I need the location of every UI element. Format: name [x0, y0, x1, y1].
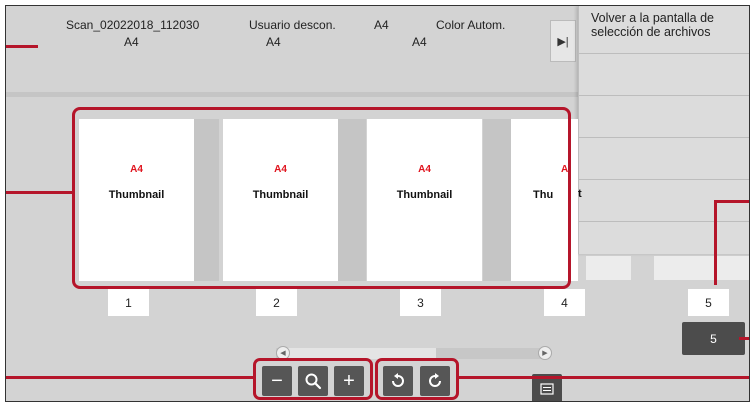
plus-icon: +: [343, 370, 355, 392]
original-size-label: A4: [412, 35, 427, 49]
collapse-icon: ▶|: [557, 35, 569, 48]
thumbnail-partial: [654, 256, 749, 280]
page-number: 5: [688, 289, 729, 316]
rotate-left-button[interactable]: [383, 366, 413, 396]
search-icon: [305, 373, 322, 390]
page-number: 1: [108, 289, 149, 316]
divider: [6, 92, 578, 97]
menu-item[interactable]: [579, 96, 749, 138]
rotate-right-button[interactable]: [420, 366, 450, 396]
thumbnail-partial: [586, 256, 631, 280]
menu-item[interactable]: [579, 138, 749, 180]
preview-screen: Scan_02022018_112030 Usuario descon. A4 …: [5, 5, 750, 402]
callout-line: [714, 200, 749, 203]
thumbnail-area-highlight: [72, 107, 571, 289]
callout-line: [714, 200, 717, 285]
file-name: Scan_02022018_112030: [66, 18, 200, 32]
zoom-button[interactable]: [298, 366, 328, 396]
thumbnail-label-fragment: t: [578, 188, 582, 200]
collapse-panel-button[interactable]: ▶|: [550, 20, 576, 62]
user-name: Usuario descon.: [249, 18, 336, 32]
menu-item[interactable]: [579, 222, 749, 254]
rotate-right-icon: [429, 373, 441, 387]
page-number: 2: [256, 289, 297, 316]
callout-line: [6, 191, 72, 194]
page-number: 4: [544, 289, 585, 316]
callout-line: [739, 337, 749, 340]
minus-icon: −: [271, 370, 283, 392]
scroll-right-icon[interactable]: ▶: [538, 346, 552, 360]
rotate-left-icon: [392, 373, 404, 387]
callout-line: [459, 376, 749, 379]
zoom-in-button[interactable]: +: [334, 366, 364, 396]
original-size-label: A4: [266, 35, 281, 49]
zoom-out-button[interactable]: −: [262, 366, 292, 396]
color-mode: Color Autom.: [436, 18, 506, 32]
page-count-button[interactable]: 5: [682, 322, 745, 355]
action-panel: Volver a la pantalla de selección de arc…: [578, 6, 749, 254]
back-to-file-selection-button[interactable]: Volver a la pantalla de selección de arc…: [579, 6, 749, 54]
callout-line: [6, 376, 253, 379]
page-number: 3: [400, 289, 441, 316]
menu-item[interactable]: [579, 54, 749, 96]
original-size-label: A4: [124, 35, 139, 49]
paper-size: A4: [374, 18, 389, 32]
menu-icon: [540, 382, 554, 395]
callout-line: [6, 45, 38, 48]
